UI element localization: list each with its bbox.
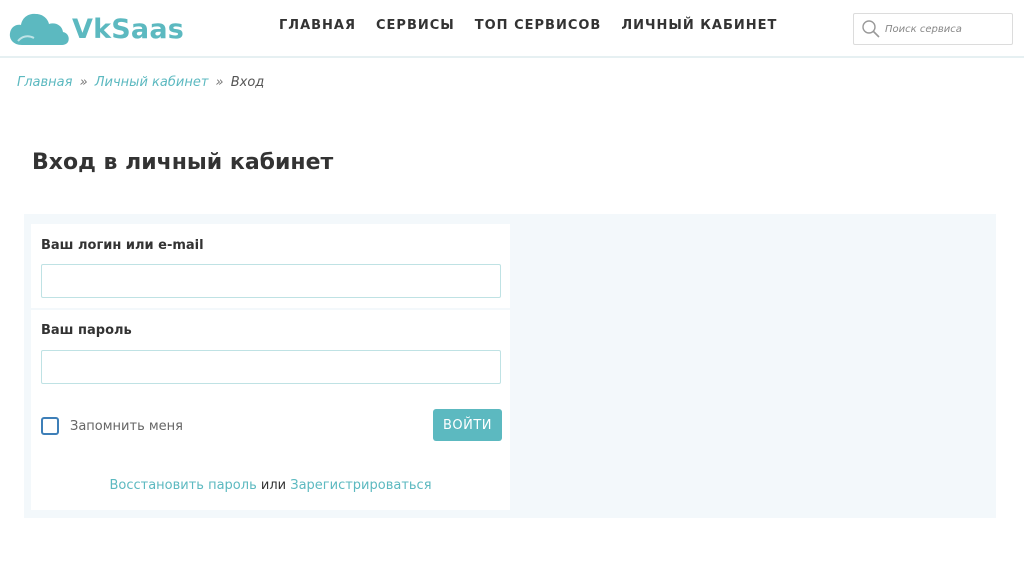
page-title: Вход в личный кабинет [32,150,334,175]
breadcrumb: Главная » Личный кабинет » Вход [17,75,264,90]
restore-password-link[interactable]: Восстановить пароль [109,478,256,493]
password-input[interactable] [41,350,501,384]
or-text: или [260,478,287,493]
login-button[interactable]: ВОЙТИ [433,409,502,441]
search-icon[interactable] [861,19,881,39]
form-divider [31,308,510,310]
site-header: VkSaas Главная Сервисы Топ сервисов Личн… [0,0,1024,58]
logo-text: VkSaas [72,13,185,45]
nav-item-home[interactable]: Главная [279,18,356,33]
breadcrumb-separator: » [215,75,224,90]
breadcrumb-separator: » [79,75,88,90]
register-link[interactable]: Зарегистрироваться [290,478,431,493]
breadcrumb-home-link[interactable]: Главная [17,75,72,90]
nav-item-services[interactable]: Сервисы [376,18,455,33]
auth-links: Восстановить пароль или Зарегистрировать… [31,478,510,493]
password-field-label: Ваш пароль [41,323,132,338]
breadcrumb-cabinet-link[interactable]: Личный кабинет [95,75,209,90]
login-field-label: Ваш логин или e-mail [41,238,204,253]
breadcrumb-current: Вход [230,75,265,90]
remember-me-label: Запомнить меня [70,418,184,434]
search-box[interactable] [853,13,1013,45]
logo[interactable]: VkSaas [8,10,184,48]
nav-item-cabinet[interactable]: Личный кабинет [621,18,777,33]
cloud-icon [9,13,69,45]
remember-me-checkbox[interactable] [41,417,59,435]
nav-item-top-services[interactable]: Топ сервисов [475,18,602,33]
search-input[interactable] [885,23,1005,35]
main-nav: Главная Сервисы Топ сервисов Личный каби… [279,18,777,33]
remember-me[interactable]: Запомнить меня [41,417,183,435]
login-input[interactable] [41,264,501,298]
